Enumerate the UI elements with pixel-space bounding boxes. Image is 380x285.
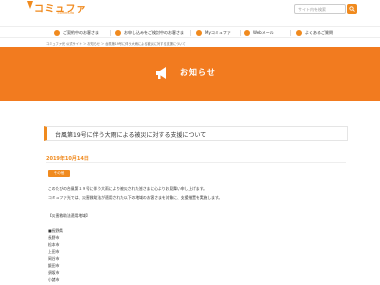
city-item: 松本市 [48,242,60,247]
nav-item-label: お申し込みをご検討中のお客さま [124,30,184,35]
nav-item-label: Myコミュファ [205,30,231,35]
city-item: 小諸市 [48,277,60,282]
global-nav: ご契約中のお客さま お申し込みをご検討中のお客さま Myコミュファ Webメール… [0,26,380,38]
nav-item-my-commufa[interactable]: Myコミュファ [196,29,231,37]
nav-item-label: ご契約中のお客さま [63,30,99,35]
notice-paragraph: コミュファ光では、災害救助法が適用された以下の地域のお客さまを対象に、支援措置を… [48,195,223,200]
city-item: 飯田市 [48,263,60,268]
search-button[interactable] [347,4,357,14]
region-heading: ■長野県 [48,228,63,233]
nav-item-prospective-customers[interactable]: お申し込みをご検討中のお客さま [115,29,184,37]
search-input[interactable]: サイト内を検索 [294,4,346,14]
person-icon [54,30,60,36]
breadcrumb[interactable]: コミュファ光 公式サイト ＞ お知らせ ＞ 台風第19号に伴う大雨による被災に対… [46,41,186,46]
nav-divider [110,30,111,36]
city-item: 須坂市 [48,270,60,275]
megaphone-icon [156,67,166,79]
category-badge: その他 [48,170,70,177]
city-item: 岡谷市 [48,256,60,261]
city-item: 長野市 [48,235,60,240]
page-hero: お知らせ [0,47,380,101]
nav-item-label: よくあるご質問 [305,30,333,35]
notice-title: 台風第19号に伴う大雨による被災に対する支援について [55,132,207,139]
nav-item-label: Webメール [253,30,274,35]
nav-item-current-customers[interactable]: ご契約中のお客さま [54,29,99,37]
notice-date: 2019年10月14日 [46,156,89,162]
user-icon [196,30,202,36]
section-label: 【災害救助法適用地域】 [48,213,90,218]
nav-divider [290,30,291,36]
nav-divider [190,30,191,36]
nav-divider [240,30,241,36]
hero-heading: お知らせ [154,65,244,81]
city-item: 上田市 [48,249,60,254]
search-icon [349,6,355,12]
site-header: コミュファ commufa サイト内を検索 [0,0,380,26]
nav-item-webmail[interactable]: Webメール [244,29,274,37]
logo-mark-icon [27,1,33,9]
document-icon [115,30,121,36]
notice-title-box: 台風第19号に伴う大雨による被災に対する支援について [44,126,348,141]
divider [46,162,346,163]
page-title: お知らせ [180,68,216,77]
question-icon [296,30,302,36]
nav-item-faq[interactable]: よくあるご質問 [296,29,333,37]
mail-icon [244,30,250,36]
logo-subtext: commufa [57,11,74,15]
notice-paragraph: このたびの台風第１９号に伴う大雨により被災された皆さまに心よりお見舞い申し上げま… [48,186,207,191]
